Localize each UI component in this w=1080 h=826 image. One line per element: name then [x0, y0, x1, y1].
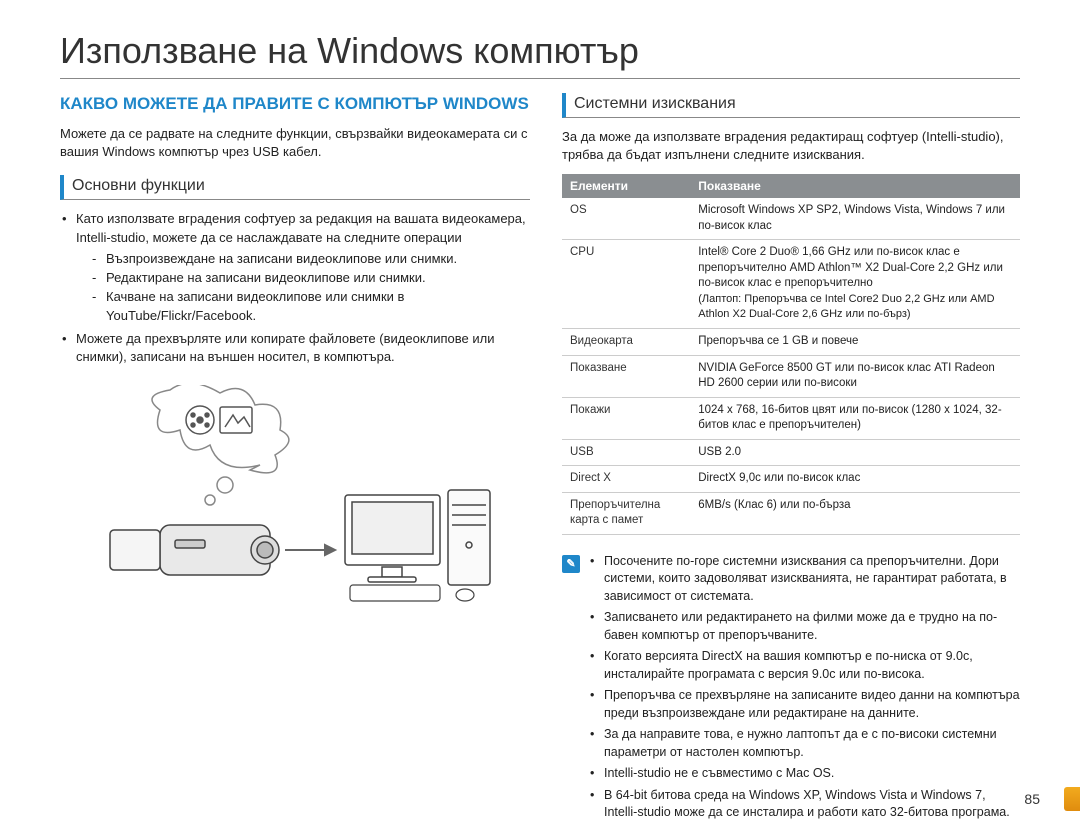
notes-block: ✎ Посочените по-горе системни изисквания… — [562, 553, 1020, 826]
table-row: ВидеокартаПрепоръчва се 1 GB и повече — [562, 328, 1020, 355]
table-row: Покажи1024 x 768, 16-битов цвят или по-в… — [562, 397, 1020, 439]
note-item: Посочените по-горе системни изисквания с… — [590, 553, 1020, 606]
bullet-text: Като използвате вградения софтуер за ред… — [76, 211, 526, 245]
dash-item: Възпроизвеждане на записани видеоклипове… — [92, 250, 530, 269]
subheading-system-requirements: Системни изисквания — [562, 93, 1020, 118]
left-intro: Можете да се радвате на следните функции… — [60, 125, 530, 161]
edge-tab — [1064, 787, 1080, 811]
table-row: OSMicrosoft Windows XP SP2, Windows Vist… — [562, 198, 1020, 240]
illustration-camera-to-pc — [90, 385, 500, 605]
note-item: Препоръчва се прехвърляне на записаните … — [590, 687, 1020, 722]
left-column: КАКВО МОЖЕТЕ ДА ПРАВИТЕ С КОМПЮТЪР WINDO… — [60, 93, 530, 826]
cpu-laptop-note: (Лаптоп: Препоръчва се Intel Core2 Duo 2… — [698, 293, 994, 321]
system-requirements-table: Елементи Показване OSMicrosoft Windows X… — [562, 174, 1020, 534]
dash-item: Редактиране на записани видеоклипове или… — [92, 269, 530, 288]
note-item: В 64-bit битова среда на Windows XP, Win… — [590, 787, 1020, 822]
right-intro: За да може да използвате вградения редак… — [562, 128, 1020, 164]
table-row: USBUSB 2.0 — [562, 439, 1020, 466]
bullet-text: Можете да прехвърляте или копирате файло… — [62, 330, 530, 368]
note-item: Intelli-studio не е съвместимо с Mac OS. — [590, 765, 1020, 783]
page-title: Използване на Windows компютър — [60, 30, 1020, 79]
note-item: Когато версията DirectX на вашия компютъ… — [590, 648, 1020, 683]
subheading-basic-functions: Основни функции — [60, 175, 530, 200]
table-row: Препоръчителна карта с памет6MB/s (Клас … — [562, 492, 1020, 534]
basic-functions-list: Като използвате вградения софтуер за ред… — [60, 210, 530, 367]
note-icon: ✎ — [562, 555, 580, 573]
page-number: 85 — [1024, 791, 1040, 807]
cpu-main: Intel® Core 2 Duo® 1,66 GHz или по-висок… — [698, 246, 1003, 289]
table-header-display: Показване — [690, 174, 1020, 198]
table-row: Direct XDirectX 9,0c или по-висок клас — [562, 466, 1020, 493]
table-row: CPU Intel® Core 2 Duo® 1,66 GHz или по-в… — [562, 240, 1020, 329]
right-column: Системни изисквания За да може да използ… — [562, 93, 1020, 826]
table-row: ПоказванеNVIDIA GeForce 8500 GT или по-в… — [562, 355, 1020, 397]
section-heading-left: КАКВО МОЖЕТЕ ДА ПРАВИТЕ С КОМПЮТЪР WINDO… — [60, 93, 530, 115]
dash-item: Качване на записани видеоклипове или сни… — [92, 288, 530, 326]
table-header-elements: Елементи — [562, 174, 690, 198]
note-item: Записването или редактирането на филми м… — [590, 609, 1020, 644]
note-item: За да направите това, е нужно лаптопът д… — [590, 726, 1020, 761]
